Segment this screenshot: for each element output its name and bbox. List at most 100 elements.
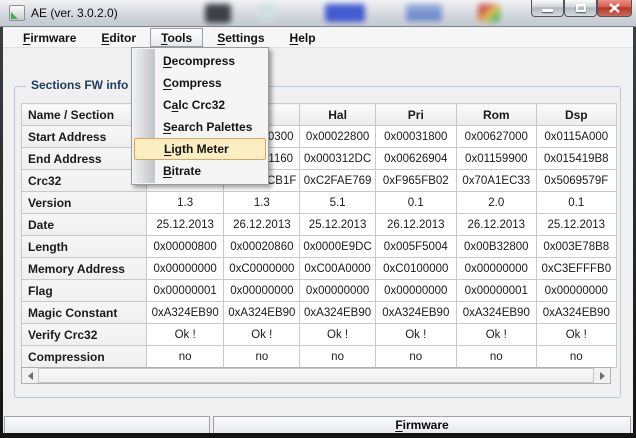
menu-bar: FirmwareEditorToolsSettingsHelp xyxy=(3,28,633,48)
table-cell: no xyxy=(536,346,616,368)
scroll-right-button[interactable] xyxy=(594,368,610,383)
header-cell: Pri xyxy=(375,104,456,126)
row-label: Start Address xyxy=(22,126,147,148)
row-label: Flag xyxy=(22,280,147,302)
table-cell: 0xA324EB90 xyxy=(224,302,300,324)
table-cell: 0x005F5004 xyxy=(375,236,456,258)
menu-item-bitrate[interactable]: Bitrate xyxy=(132,160,268,182)
tools-dropdown-menu: DecompressCompressCalc Crc32Search Palet… xyxy=(131,47,269,185)
table-cell: 1.3 xyxy=(147,192,224,214)
table-cell: 0x00000001 xyxy=(456,280,536,302)
scrollbar-thumb[interactable] xyxy=(38,368,594,383)
header-cell: Dsp xyxy=(536,104,616,126)
menu-item-search-palettes[interactable]: Search Palettes xyxy=(132,116,268,138)
window-frame-left xyxy=(0,27,3,433)
blurred-desktop-icon xyxy=(325,4,365,22)
maximize-button[interactable] xyxy=(564,0,597,17)
table-row: Crc320x7A9C7CC50x703CCB1F0xC2FAE7690xF96… xyxy=(22,170,617,192)
minimize-icon xyxy=(542,9,553,12)
table-row: Magic Constant0xA324EB900xA324EB900xA324… xyxy=(22,302,617,324)
table-row: Date25.12.201326.12.201325.12.201326.12.… xyxy=(22,214,617,236)
table-row: Flag0x000000010x000000000x000000000x0000… xyxy=(22,280,617,302)
table-cell: 0x00000000 xyxy=(456,258,536,280)
horizontal-scrollbar[interactable] xyxy=(21,367,611,384)
table-cell: 25.12.2013 xyxy=(300,214,375,236)
menu-item-ligth-meter[interactable]: Ligth Meter xyxy=(134,138,266,160)
table-cell: no xyxy=(224,346,300,368)
table-cell: no xyxy=(456,346,536,368)
menu-item-calc-crc32[interactable]: Calc Crc32 xyxy=(132,94,268,116)
table-cell: 0xA324EB90 xyxy=(300,302,375,324)
menubar-item-help[interactable]: Help xyxy=(279,28,327,47)
table-cell: 0x00031800 xyxy=(375,126,456,148)
table-cell: 0xC00A0000 xyxy=(300,258,375,280)
table-cell: 0xC2FAE769 xyxy=(300,170,375,192)
row-label: Verify Crc32 xyxy=(22,324,147,346)
close-button[interactable] xyxy=(597,0,632,17)
table-cell: 5.1 xyxy=(300,192,375,214)
menu-item-compress[interactable]: Compress xyxy=(132,72,268,94)
table-cell: no xyxy=(300,346,375,368)
table-cell: 2.0 xyxy=(456,192,536,214)
blurred-desktop-icon xyxy=(406,4,442,21)
groupbox-label: Sections FW info xyxy=(26,78,133,92)
row-label: Compression xyxy=(22,346,147,368)
table-cell: 0x00000000 xyxy=(375,280,456,302)
table-cell: Ok ! xyxy=(456,324,536,346)
row-label: Crc32 xyxy=(22,170,147,192)
menubar-item-tools[interactable]: Tools xyxy=(150,28,203,47)
table-row: Verify Crc32Ok !Ok !Ok !Ok !Ok !Ok ! xyxy=(22,324,617,346)
menubar-item-settings[interactable]: Settings xyxy=(206,28,275,47)
menubar-item-firmware[interactable]: Firmware xyxy=(12,28,87,47)
blurred-desktop-icon xyxy=(258,4,275,21)
table-cell: 0x00000800 xyxy=(147,236,224,258)
table-cell: 0x00626904 xyxy=(375,148,456,170)
menubar-item-editor[interactable]: Editor xyxy=(90,28,147,47)
row-label: Magic Constant xyxy=(22,302,147,324)
table-cell: 0x00B32800 xyxy=(456,236,536,258)
table-cell: 0.1 xyxy=(375,192,456,214)
table-row: Start Address0x000000000x000003000x00022… xyxy=(22,126,617,148)
table-cell: Ok ! xyxy=(224,324,300,346)
table-cell: 0x00000000 xyxy=(147,258,224,280)
firmware-button[interactable]: Firmware xyxy=(213,416,631,434)
table-cell: 25.12.2013 xyxy=(147,214,224,236)
table-cell: 0x015419B8 xyxy=(536,148,616,170)
scroll-left-button[interactable] xyxy=(22,368,38,383)
table-cell: 0.1 xyxy=(536,192,616,214)
row-label: Length xyxy=(22,236,147,258)
sections-table: Name / SectionHalPriRomDsp Start Address… xyxy=(21,103,617,368)
table-cell: Ok ! xyxy=(147,324,224,346)
table-cell: 0xC3EFFFB0 xyxy=(536,258,616,280)
row-label: Memory Address xyxy=(22,258,147,280)
table-cell: 0x003E78B8 xyxy=(536,236,616,258)
app-window: AE (ver. 3.0.2.0) FirmwareEditorToolsSet… xyxy=(0,0,636,438)
row-label: End Address xyxy=(22,148,147,170)
blurred-desktop-icon xyxy=(478,4,500,22)
table-cell: no xyxy=(147,346,224,368)
table-cell: 0x00000001 xyxy=(147,280,224,302)
table-cell: Ok ! xyxy=(536,324,616,346)
menu-item-decompress[interactable]: Decompress xyxy=(132,50,268,72)
table-cell: 0x00627000 xyxy=(456,126,536,148)
scroll-left-icon xyxy=(28,372,33,380)
table-cell: 0xA324EB90 xyxy=(375,302,456,324)
table-head: Name / SectionHalPriRomDsp xyxy=(22,104,617,126)
table-row: Compressionnononononono xyxy=(22,346,617,368)
table-cell: 0x00020860 xyxy=(224,236,300,258)
table-cell: Ok ! xyxy=(300,324,375,346)
maximize-icon xyxy=(576,4,586,12)
title-bar: AE (ver. 3.0.2.0) xyxy=(0,0,636,27)
minimize-button[interactable] xyxy=(531,0,564,17)
close-icon xyxy=(609,3,620,13)
table-cell: 26.12.2013 xyxy=(224,214,300,236)
table-cell: 26.12.2013 xyxy=(375,214,456,236)
table-cell: 0x0000E9DC xyxy=(300,236,375,258)
table-cell: 0xA324EB90 xyxy=(456,302,536,324)
table-cell: 1.3 xyxy=(224,192,300,214)
row-label: Date xyxy=(22,214,147,236)
app-icon xyxy=(9,5,25,21)
table-header-row: Name / SectionHalPriRomDsp xyxy=(22,104,617,126)
header-cell: Hal xyxy=(300,104,375,126)
table-cell: 0x00000000 xyxy=(224,280,300,302)
